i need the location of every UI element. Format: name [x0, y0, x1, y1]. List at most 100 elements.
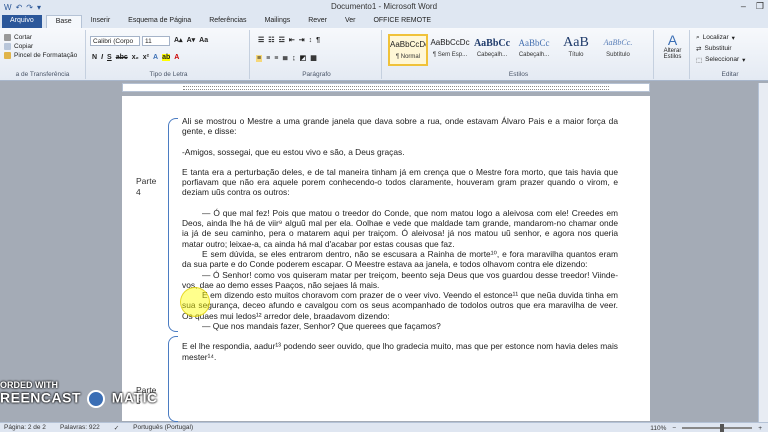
replace-icon: ⇄ [696, 45, 702, 53]
document-page[interactable]: Parte 4 Parte 5 Ali se mostrou o Mestre … [122, 96, 650, 422]
tab-page-layout[interactable]: Esquema de Página [119, 15, 200, 28]
paragraph-8: — Que nos mandais fazer, Senhor? Que que… [202, 321, 441, 332]
change-styles-icon: A [667, 32, 678, 48]
scissors-icon [4, 34, 11, 41]
font-size-controls: A▴ A▾ Aa [174, 36, 208, 45]
proofing-icon[interactable]: ✓ [114, 424, 119, 432]
multilevel-icon[interactable]: ☲ [279, 36, 285, 44]
maximize-icon[interactable]: ❐ [756, 1, 764, 12]
paragraph-group: ☰ ☷ ☲ ⇤ ⇥ ↕ ¶ ≡ ≡ ≡ ≣ ↨ ◩ ▦ Parágrafo [252, 30, 382, 79]
style-heading2[interactable]: AaBbCc Cabeçalh... [514, 34, 554, 66]
numbering-icon[interactable]: ☷ [268, 36, 274, 44]
clipboard-group: Cortar Copiar Pincel de Formatação a de … [0, 30, 86, 79]
editing-group: ⌕ Localizar ▾ ⇄ Substituir ⬚ Seleccionar ▾ Ed… [692, 30, 768, 79]
tab-mailings[interactable]: Mailings [256, 15, 300, 28]
style-title[interactable]: AaB Título [556, 34, 596, 66]
bold-button[interactable]: N [92, 54, 97, 61]
screencast-logo-icon [87, 390, 106, 408]
strikethrough-icon[interactable]: abc [116, 54, 128, 61]
copy-button[interactable]: Copiar [4, 42, 85, 51]
language-indicator[interactable]: Português (Portugal) [133, 424, 193, 431]
status-bar: Página: 2 de 2 Palavras: 922 ✓ Português… [0, 422, 768, 432]
parte-4-bracket [168, 118, 178, 332]
subscript-icon[interactable]: x₂ [132, 54, 139, 61]
justify-icon[interactable]: ≣ [282, 54, 288, 62]
ribbon: Cortar Copiar Pincel de Formatação a de … [0, 28, 768, 81]
zoom-level[interactable]: 110% [650, 425, 666, 432]
shading-icon[interactable]: ◩ [300, 54, 307, 62]
align-center-icon[interactable]: ≡ [266, 55, 270, 62]
style-heading1[interactable]: AaBbCc Cabeçalh... [472, 34, 512, 66]
superscript-icon[interactable]: x² [143, 54, 149, 61]
paragraph-3: E tanta era a perturbação deles, e de ta… [182, 166, 618, 198]
font-group: Calibri (Corpo 11 A▴ A▾ Aa N I S abc x₂ … [88, 30, 250, 79]
cut-button[interactable]: Cortar [4, 33, 85, 42]
align-left-icon[interactable]: ≡ [256, 54, 263, 62]
format-painter-button[interactable]: Pincel de Formatação [4, 51, 85, 60]
zoom-out-icon[interactable]: − [672, 425, 676, 432]
zoom-slider-thumb[interactable] [720, 424, 725, 432]
align-right-icon[interactable]: ≡ [274, 55, 278, 62]
page-count[interactable]: Página: 2 de 2 [4, 424, 46, 431]
horizontal-ruler[interactable] [122, 83, 650, 92]
select-icon: ⬚ [696, 56, 703, 64]
tab-home[interactable]: Base [45, 15, 82, 28]
ruler-track [183, 86, 609, 90]
show-marks-icon[interactable]: ¶ [316, 37, 320, 44]
paragraph-1: Ali se mostrou o Mestre a uma grande jan… [182, 116, 618, 137]
underline-button[interactable]: S [107, 54, 112, 61]
zoom-in-icon[interactable]: + [758, 425, 762, 432]
tab-insert[interactable]: Inserir [82, 15, 119, 28]
style-normal[interactable]: AaBbCcDc ¶ Normal [388, 34, 428, 66]
parte-5-bracket [168, 336, 178, 422]
increase-indent-icon[interactable]: ⇥ [299, 36, 305, 44]
bullets-icon[interactable]: ☰ [258, 36, 264, 44]
paragraph-7: E em dizendo esto muitos choravom com pr… [182, 290, 618, 321]
font-color-icon[interactable]: A [174, 54, 179, 61]
styles-group-label: Estilos [508, 71, 529, 78]
paragraph-9: E el lhe respondia, aadur¹³ podendo seer… [182, 341, 618, 362]
tab-view[interactable]: Ver [336, 15, 365, 28]
paragraph-2: -Amigos, sossegai, que eu estou vivo e s… [182, 146, 405, 157]
select-button[interactable]: ⬚ Seleccionar ▾ [696, 54, 768, 65]
borders-icon[interactable]: ▦ [310, 54, 317, 62]
binoculars-icon: ⌕ [696, 33, 700, 41]
zoom-controls: 110% − + [650, 423, 762, 432]
line-spacing-icon[interactable]: ↨ [292, 55, 296, 62]
vertical-scrollbar[interactable] [758, 83, 768, 422]
tab-office-remote[interactable]: OFFICE REMOTE [364, 15, 440, 28]
editing-group-label: Editar [721, 71, 739, 78]
word-count[interactable]: Palavras: 922 [60, 424, 100, 431]
chevron-down-icon: ▾ [742, 56, 746, 64]
replace-button[interactable]: ⇄ Substituir [696, 43, 768, 54]
decrease-indent-icon[interactable]: ⇤ [289, 36, 295, 44]
styles-group: AaBbCcDc ¶ Normal AaBbCcDc ¶ Sem Esp... … [384, 30, 654, 79]
list-buttons: ☰ ☷ ☲ ⇤ ⇥ ↕ ¶ [258, 36, 320, 45]
window-controls: – ❐ [741, 1, 764, 12]
tab-review[interactable]: Rever [299, 15, 336, 28]
style-subtitle[interactable]: AaBbCc. Subtítulo [598, 34, 638, 66]
cursor-highlight [180, 287, 210, 317]
parte-4-label: Parte 4 [136, 176, 157, 197]
tab-references[interactable]: Referências [200, 15, 255, 28]
text-effects-icon[interactable]: A [153, 54, 158, 61]
zoom-slider[interactable] [682, 424, 753, 432]
change-styles-button[interactable]: A Alterar Estilos [656, 30, 690, 79]
find-button[interactable]: ⌕ Localizar ▾ [696, 32, 768, 43]
italic-button[interactable]: I [101, 54, 103, 61]
sort-icon[interactable]: ↕ [309, 37, 313, 44]
style-no-spacing[interactable]: AaBbCcDc ¶ Sem Esp... [430, 34, 470, 66]
tab-file[interactable]: Arquivo [2, 15, 42, 28]
change-case-icon[interactable]: Aa [199, 37, 208, 44]
document-body[interactable]: Ali se mostrou o Mestre a uma grande jan… [182, 116, 618, 372]
paragraph-group-label: Parágrafo [302, 71, 331, 78]
font-size-select[interactable]: 11 [142, 36, 170, 46]
paragraph-4: — Ó que mal fez! Pois que matou o treedo… [182, 207, 618, 249]
shrink-font-icon[interactable]: A▾ [187, 36, 196, 44]
font-family-select[interactable]: Calibri (Corpo [90, 36, 140, 46]
minimize-icon[interactable]: – [741, 1, 746, 12]
highlight-icon[interactable]: ab [162, 54, 171, 61]
ribbon-tabs: Arquivo Base Inserir Esquema de Página R… [0, 14, 768, 28]
brush-icon [4, 52, 11, 59]
grow-font-icon[interactable]: A▴ [174, 36, 183, 44]
